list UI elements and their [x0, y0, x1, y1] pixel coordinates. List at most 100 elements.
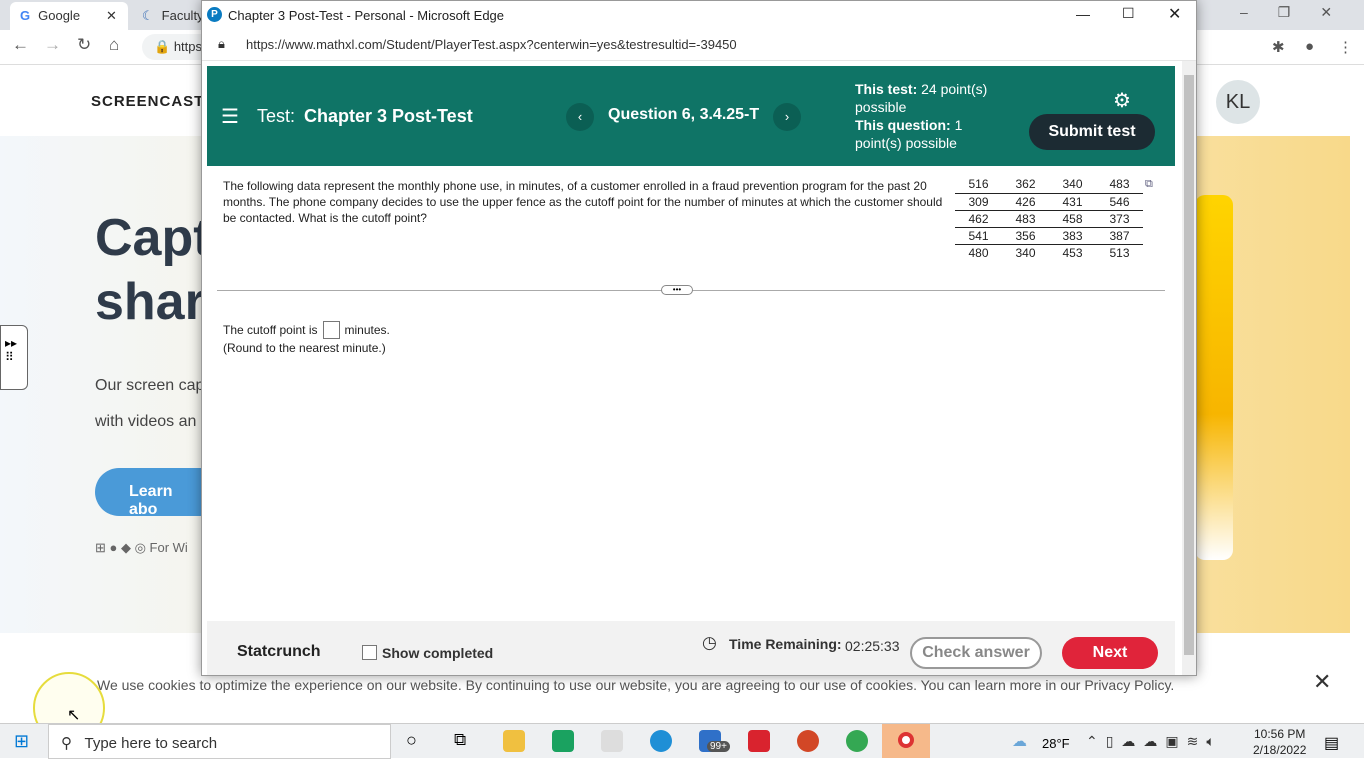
- menu-icon[interactable]: ⋮: [1338, 38, 1353, 56]
- close-window-button[interactable]: ✕: [1168, 4, 1181, 24]
- bg-window-controls[interactable]: –❐✕: [1240, 4, 1362, 21]
- cutoff-answer-input[interactable]: [322, 321, 340, 339]
- previous-question-button[interactable]: ‹: [566, 103, 594, 131]
- edge-popup-window: P Chapter 3 Post-Test - Personal - Micro…: [201, 0, 1197, 676]
- answer-suffix: minutes.: [344, 323, 390, 337]
- profile-icon[interactable]: ●: [1305, 38, 1314, 55]
- data-cell: 483: [1096, 176, 1143, 194]
- back-icon[interactable]: ←: [12, 35, 29, 55]
- hero-title: Capt: [95, 209, 211, 267]
- task-view-icon[interactable]: ⧉: [454, 730, 466, 750]
- data-cell: 453: [1062, 245, 1083, 260]
- scrollbar-thumb[interactable]: [1184, 75, 1194, 655]
- url-text: https: [173, 39, 202, 54]
- data-cell: 541: [955, 227, 1002, 245]
- this-question-label: This question:: [855, 117, 951, 133]
- weather-temp[interactable]: 28°F: [1042, 736, 1070, 751]
- weather-icon[interactable]: ☁: [1012, 732, 1027, 750]
- notifications-icon[interactable]: ▤: [1324, 733, 1339, 753]
- system-tray-icons[interactable]: ⌃▯☁☁▣≋🔈︎: [1086, 733, 1223, 750]
- resize-handle[interactable]: •••: [661, 285, 693, 295]
- home-icon[interactable]: ⌂: [109, 35, 119, 55]
- data-cell: 431: [1049, 193, 1096, 211]
- close-tab-icon[interactable]: ✕: [106, 8, 117, 24]
- time-remaining-value: 02:25:33: [845, 638, 900, 654]
- forward-icon[interactable]: →: [44, 35, 61, 55]
- data-cell: 546: [1096, 193, 1143, 211]
- file-explorer-icon[interactable]: [503, 730, 525, 752]
- screencast-side-widget[interactable]: ▸▸ ⠿: [0, 325, 28, 390]
- data-table: 516 362 340 483 309 426 431 546 462 483 458 373 541 3…: [955, 176, 1143, 261]
- time-remaining-label: Time Remaining:: [729, 636, 842, 652]
- windows-start-icon[interactable]: ⊞: [14, 731, 29, 752]
- clock-time: 10:56 PM: [1254, 727, 1306, 741]
- platforms-label: For Wi: [149, 540, 188, 555]
- show-completed-checkbox[interactable]: [362, 645, 377, 660]
- test-header: ☰ Test: Chapter 3 Post-Test ‹ Question 6…: [207, 66, 1175, 166]
- next-question-button[interactable]: ›: [773, 103, 801, 131]
- data-cell: 513: [1109, 245, 1130, 260]
- scrollbar[interactable]: [1182, 61, 1196, 675]
- data-row: 480 340 453 513: [955, 244, 1143, 261]
- data-cell: 426: [1002, 193, 1049, 211]
- popout-icon[interactable]: ⧉: [1145, 178, 1153, 191]
- data-cell: 373: [1096, 210, 1143, 228]
- search-placeholder: Type here to search: [84, 735, 218, 752]
- data-cell: 516: [955, 176, 1002, 194]
- edge-icon[interactable]: [650, 730, 672, 752]
- data-cell: 480: [968, 245, 989, 260]
- record-icon: [898, 732, 914, 748]
- mouse-cursor-icon: ↖: [67, 707, 81, 724]
- next-button[interactable]: Next: [1062, 637, 1158, 669]
- data-cell: 383: [1049, 227, 1096, 245]
- data-cell: 309: [955, 193, 1002, 211]
- cortana-icon[interactable]: ○: [406, 730, 417, 751]
- settings-gear-icon[interactable]: ⚙: [1113, 88, 1131, 113]
- snipping-tool-icon[interactable]: [601, 730, 623, 752]
- clock[interactable]: 10:56 PM 2/18/2022: [1253, 726, 1306, 758]
- this-test-label: This test:: [855, 81, 918, 97]
- close-cookie-icon[interactable]: ✕: [1313, 669, 1331, 695]
- app-icon-green[interactable]: [552, 730, 574, 752]
- data-cell: 387: [1096, 227, 1143, 245]
- extensions-icon[interactable]: ✱: [1272, 38, 1285, 56]
- reload-icon[interactable]: ↻: [77, 35, 91, 55]
- points-info: This test: 24 point(s) possible This que…: [855, 80, 995, 152]
- submit-test-button[interactable]: Submit test: [1029, 114, 1155, 150]
- pdf-icon[interactable]: [748, 730, 770, 752]
- test-footer: Statcrunch Show completed ◷ Time Remaini…: [207, 621, 1175, 675]
- url-text: https://www.mathxl.com/Student/PlayerTes…: [246, 37, 737, 52]
- rounding-hint: (Round to the nearest minute.): [223, 341, 386, 355]
- hero-text-2: with videos an: [95, 413, 197, 430]
- taskbar-search-box[interactable]: ⚲ Type here to search: [48, 724, 391, 759]
- chrome-icon[interactable]: [846, 730, 868, 752]
- tab-google[interactable]: G Google ✕: [10, 2, 128, 30]
- data-row: 541 356 383 387: [955, 227, 1143, 245]
- data-cell: 458: [1049, 210, 1096, 228]
- answer-prefix: The cutoff point is: [223, 323, 318, 337]
- statcrunch-link[interactable]: Statcrunch: [237, 643, 321, 661]
- mail-icon[interactable]: 99+: [699, 730, 730, 752]
- check-answer-button[interactable]: Check answer: [910, 637, 1042, 669]
- powerpoint-icon[interactable]: [797, 730, 819, 752]
- url-bar[interactable]: 🔒︎ https://www.mathxl.com/Student/Player…: [202, 29, 1196, 61]
- data-row: 309 426 431 546: [955, 193, 1143, 211]
- screencast-recorder-icon[interactable]: [882, 724, 930, 758]
- maximize-button[interactable]: ☐: [1122, 5, 1135, 22]
- mail-badge: 99+: [707, 741, 730, 752]
- hero-text: Our screen cap: [95, 377, 205, 394]
- question-content: The following data represent the monthly…: [207, 166, 1175, 621]
- minimize-button[interactable]: —: [1076, 6, 1090, 22]
- data-cell: 356: [1002, 227, 1049, 245]
- clock-icon: ◷: [702, 633, 717, 652]
- window-title: Chapter 3 Post-Test - Personal - Microso…: [228, 8, 505, 23]
- faculty-icon: ☾: [142, 8, 154, 23]
- hamburger-menu-icon[interactable]: ☰: [221, 104, 239, 129]
- show-completed-label: Show completed: [382, 645, 494, 661]
- avatar[interactable]: KL: [1216, 80, 1260, 124]
- data-cell: 340: [1015, 245, 1036, 260]
- answer-line: The cutoff point is minutes.: [223, 321, 390, 339]
- data-row: 462 483 458 373: [955, 210, 1143, 228]
- brand-logo: SCREENCAST: [91, 93, 205, 110]
- hero-illustration: [1195, 195, 1233, 560]
